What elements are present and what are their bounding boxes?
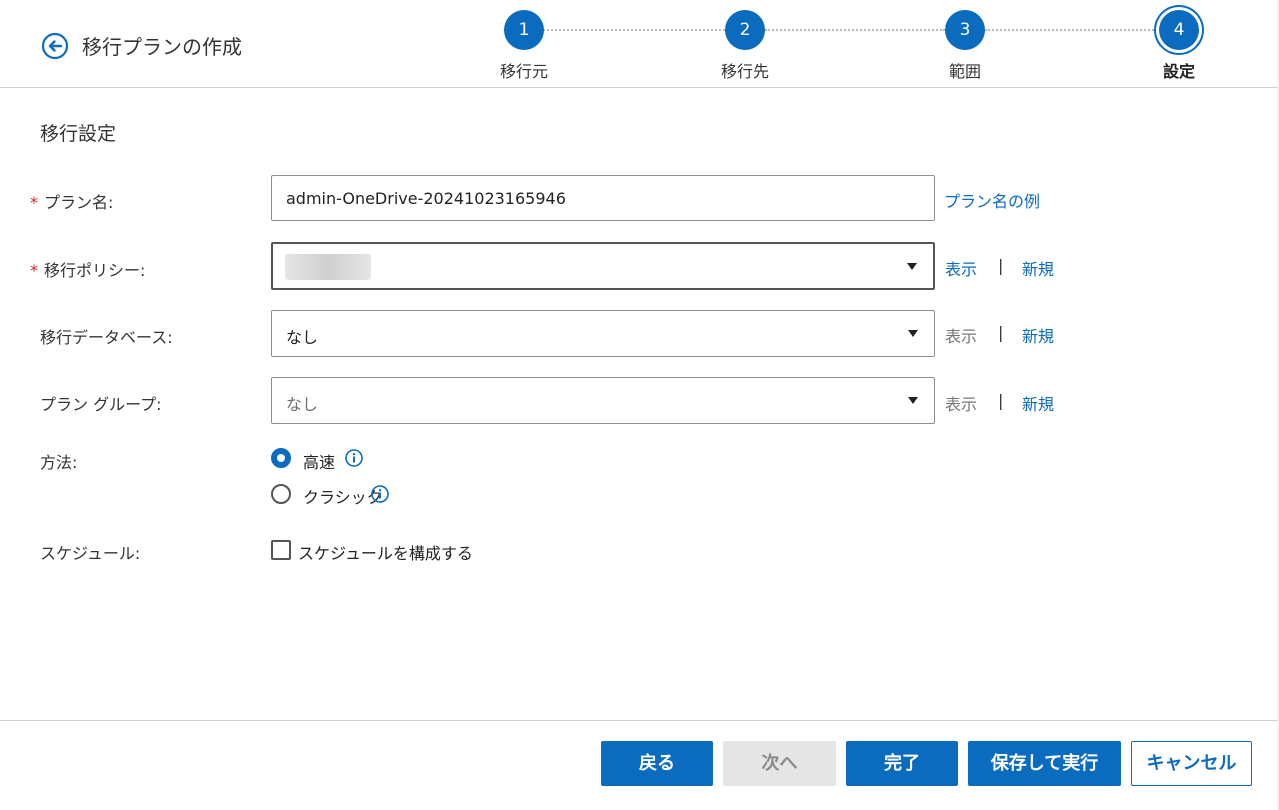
- database-select-value: なし: [286, 328, 319, 347]
- info-icon[interactable]: [371, 485, 389, 503]
- method-classic-radio[interactable]: [271, 484, 291, 504]
- database-new-link[interactable]: 新規: [1022, 323, 1054, 347]
- section-title: 移行設定: [40, 123, 117, 145]
- next-button: 次へ: [723, 741, 836, 786]
- dropdown-caret-icon: [907, 263, 917, 270]
- policy-label-text: 移行ポリシー:: [44, 261, 146, 280]
- plan-name-input[interactable]: [271, 175, 935, 221]
- policy-label: * 移行ポリシー:: [30, 257, 145, 281]
- plan-name-label: * プラン名:: [30, 189, 113, 213]
- step-2: 2 移行先: [690, 10, 800, 82]
- redacted-value: [285, 254, 371, 280]
- schedule-checkbox[interactable]: [271, 540, 291, 560]
- step-4: 4 設定: [1124, 10, 1234, 82]
- plan-group-view-link: 表示: [945, 395, 978, 414]
- back-arrow-icon[interactable]: [40, 31, 70, 61]
- method-label: 方法:: [40, 453, 78, 472]
- plan-name-example-link[interactable]: プラン名の例: [944, 188, 1040, 212]
- dropdown-caret-icon: [908, 397, 918, 404]
- step-label: 設定: [1162, 62, 1195, 81]
- step-number: 2: [725, 10, 765, 50]
- page-title: 移行プランの作成: [82, 35, 242, 59]
- info-icon[interactable]: [345, 449, 363, 467]
- step-label: 移行先: [720, 62, 769, 81]
- database-label: 移行データベース:: [40, 328, 173, 347]
- method-fast-label[interactable]: 高速: [303, 449, 335, 473]
- step-label: 移行元: [499, 62, 548, 81]
- schedule-label: スケジュール:: [40, 544, 141, 563]
- step-number: 1: [504, 10, 544, 50]
- policy-select[interactable]: [271, 242, 935, 290]
- save-and-run-button[interactable]: 保存して実行: [968, 741, 1121, 786]
- finish-button[interactable]: 完了: [846, 741, 958, 786]
- required-mark: *: [30, 261, 38, 280]
- plan-group-select[interactable]: なし: [271, 377, 935, 424]
- plan-group-select-value: なし: [286, 395, 319, 414]
- plan-group-new-link[interactable]: 新規: [1022, 391, 1054, 415]
- step-1: 1 移行元: [469, 10, 579, 82]
- footer-divider: [0, 720, 1279, 721]
- link-separator: |: [998, 256, 1004, 275]
- link-separator: |: [998, 323, 1004, 342]
- step-3: 3 範囲: [910, 10, 1020, 82]
- cancel-button[interactable]: キャンセル: [1131, 741, 1252, 786]
- link-separator: |: [998, 391, 1004, 410]
- policy-view-link[interactable]: 表示: [945, 256, 977, 280]
- plan-name-label-text: プラン名:: [44, 193, 114, 212]
- schedule-checkbox-label[interactable]: スケジュールを構成する: [298, 540, 473, 564]
- dropdown-caret-icon: [908, 330, 918, 337]
- step-label: 範囲: [948, 62, 981, 81]
- policy-new-link[interactable]: 新規: [1022, 256, 1054, 280]
- required-mark: *: [30, 193, 38, 212]
- step-number: 4: [1159, 10, 1199, 50]
- database-select[interactable]: なし: [271, 310, 935, 357]
- plan-group-label: プラン グループ:: [40, 395, 162, 414]
- step-number: 3: [945, 10, 985, 50]
- back-button[interactable]: 戻る: [601, 741, 713, 786]
- method-fast-radio[interactable]: [271, 448, 291, 468]
- wizard-header: 移行プランの作成 1 移行元 2 移行先 3 範囲 4 設定: [0, 0, 1279, 88]
- database-view-link: 表示: [945, 327, 978, 346]
